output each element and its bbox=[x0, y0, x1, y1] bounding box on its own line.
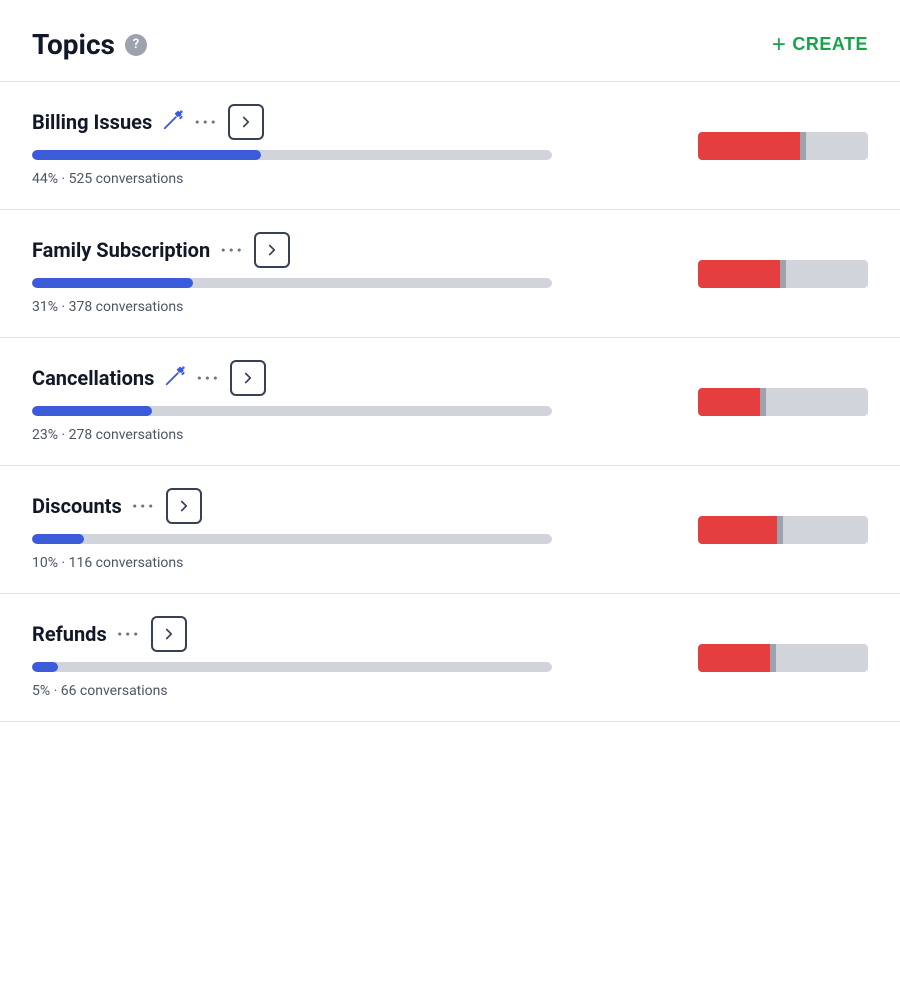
topic-name: Billing Issues bbox=[32, 110, 152, 134]
chart-bar-container bbox=[698, 644, 868, 672]
topic-name: Refunds bbox=[32, 622, 107, 646]
topic-navigate-button[interactable] bbox=[228, 104, 264, 140]
progress-bar-container bbox=[32, 406, 552, 416]
create-label: CREATE bbox=[792, 34, 868, 55]
topic-item: Family Subscription ··· 31% · 378 conver… bbox=[0, 210, 900, 338]
chart-bar-container bbox=[698, 388, 868, 416]
chart-bar-container bbox=[698, 132, 868, 160]
topic-name: Discounts bbox=[32, 494, 122, 518]
chart-bar-notch bbox=[780, 260, 786, 288]
help-icon[interactable]: ? bbox=[125, 34, 147, 56]
topic-more-button[interactable]: ··· bbox=[196, 373, 220, 383]
topic-left: Refunds ··· 5% · 66 conversations bbox=[32, 616, 552, 699]
topic-header: Cancellations ··· bbox=[32, 360, 552, 396]
chart-bar-notch bbox=[760, 388, 766, 416]
progress-bar-fill bbox=[32, 534, 84, 544]
topic-item: Refunds ··· 5% · 66 conversations bbox=[0, 594, 900, 722]
progress-bar-container bbox=[32, 662, 552, 672]
topic-item: Cancellations ··· 23% · 278 conversation… bbox=[0, 338, 900, 466]
topic-left: Discounts ··· 10% · 116 conversations bbox=[32, 488, 552, 571]
topic-stats: 5% · 66 conversations bbox=[32, 683, 168, 699]
magic-icon[interactable] bbox=[164, 365, 186, 392]
progress-bar-container bbox=[32, 278, 552, 288]
topic-navigate-button[interactable] bbox=[151, 616, 187, 652]
chart-bar-red bbox=[698, 260, 783, 288]
progress-bar-container bbox=[32, 534, 552, 544]
topic-header: Refunds ··· bbox=[32, 616, 552, 652]
header-left: Topics ? bbox=[32, 28, 147, 61]
topic-more-button[interactable]: ··· bbox=[132, 501, 156, 511]
chart-bar-red bbox=[698, 132, 803, 160]
topic-item: Billing Issues ··· 44% · 525 conversatio… bbox=[0, 82, 900, 210]
page-header: Topics ? + CREATE bbox=[0, 0, 900, 82]
topic-navigate-button[interactable] bbox=[230, 360, 266, 396]
topic-chart bbox=[678, 644, 868, 672]
topic-more-button[interactable]: ··· bbox=[220, 245, 244, 255]
topic-name: Family Subscription bbox=[32, 238, 210, 262]
topic-navigate-button[interactable] bbox=[254, 232, 290, 268]
topic-chart bbox=[678, 260, 868, 288]
magic-icon[interactable] bbox=[162, 109, 184, 136]
topic-more-button[interactable]: ··· bbox=[117, 629, 141, 639]
topic-left: Cancellations ··· 23% · 278 conversation… bbox=[32, 360, 552, 443]
topic-header: Family Subscription ··· bbox=[32, 232, 552, 268]
chart-bar-container bbox=[698, 516, 868, 544]
topic-left: Family Subscription ··· 31% · 378 conver… bbox=[32, 232, 552, 315]
topic-stats: 23% · 278 conversations bbox=[32, 427, 183, 443]
progress-bar-fill bbox=[32, 278, 193, 288]
topic-chart bbox=[678, 132, 868, 160]
topic-stats: 31% · 378 conversations bbox=[32, 299, 183, 315]
topic-header: Discounts ··· bbox=[32, 488, 552, 524]
topic-chart bbox=[678, 516, 868, 544]
topic-header: Billing Issues ··· bbox=[32, 104, 552, 140]
progress-bar-fill bbox=[32, 662, 58, 672]
create-button[interactable]: + CREATE bbox=[772, 33, 868, 57]
topic-item: Discounts ··· 10% · 116 conversations bbox=[0, 466, 900, 594]
chart-bar-container bbox=[698, 260, 868, 288]
chart-bar-notch bbox=[770, 644, 776, 672]
topic-chart bbox=[678, 388, 868, 416]
chart-bar-red bbox=[698, 644, 773, 672]
create-plus-icon: + bbox=[772, 33, 787, 57]
chart-bar-red bbox=[698, 388, 763, 416]
progress-bar-fill bbox=[32, 150, 261, 160]
progress-bar-container bbox=[32, 150, 552, 160]
chart-bar-notch bbox=[800, 132, 806, 160]
topic-more-button[interactable]: ··· bbox=[194, 117, 218, 127]
chart-bar-notch bbox=[777, 516, 783, 544]
topic-stats: 10% · 116 conversations bbox=[32, 555, 183, 571]
topic-stats: 44% · 525 conversations bbox=[32, 171, 183, 187]
progress-bar-fill bbox=[32, 406, 152, 416]
topic-name: Cancellations bbox=[32, 366, 154, 390]
chart-bar-red bbox=[698, 516, 780, 544]
page-title: Topics bbox=[32, 28, 115, 61]
topic-list: Billing Issues ··· 44% · 525 conversatio… bbox=[0, 82, 900, 722]
topic-left: Billing Issues ··· 44% · 525 conversatio… bbox=[32, 104, 552, 187]
topic-navigate-button[interactable] bbox=[166, 488, 202, 524]
